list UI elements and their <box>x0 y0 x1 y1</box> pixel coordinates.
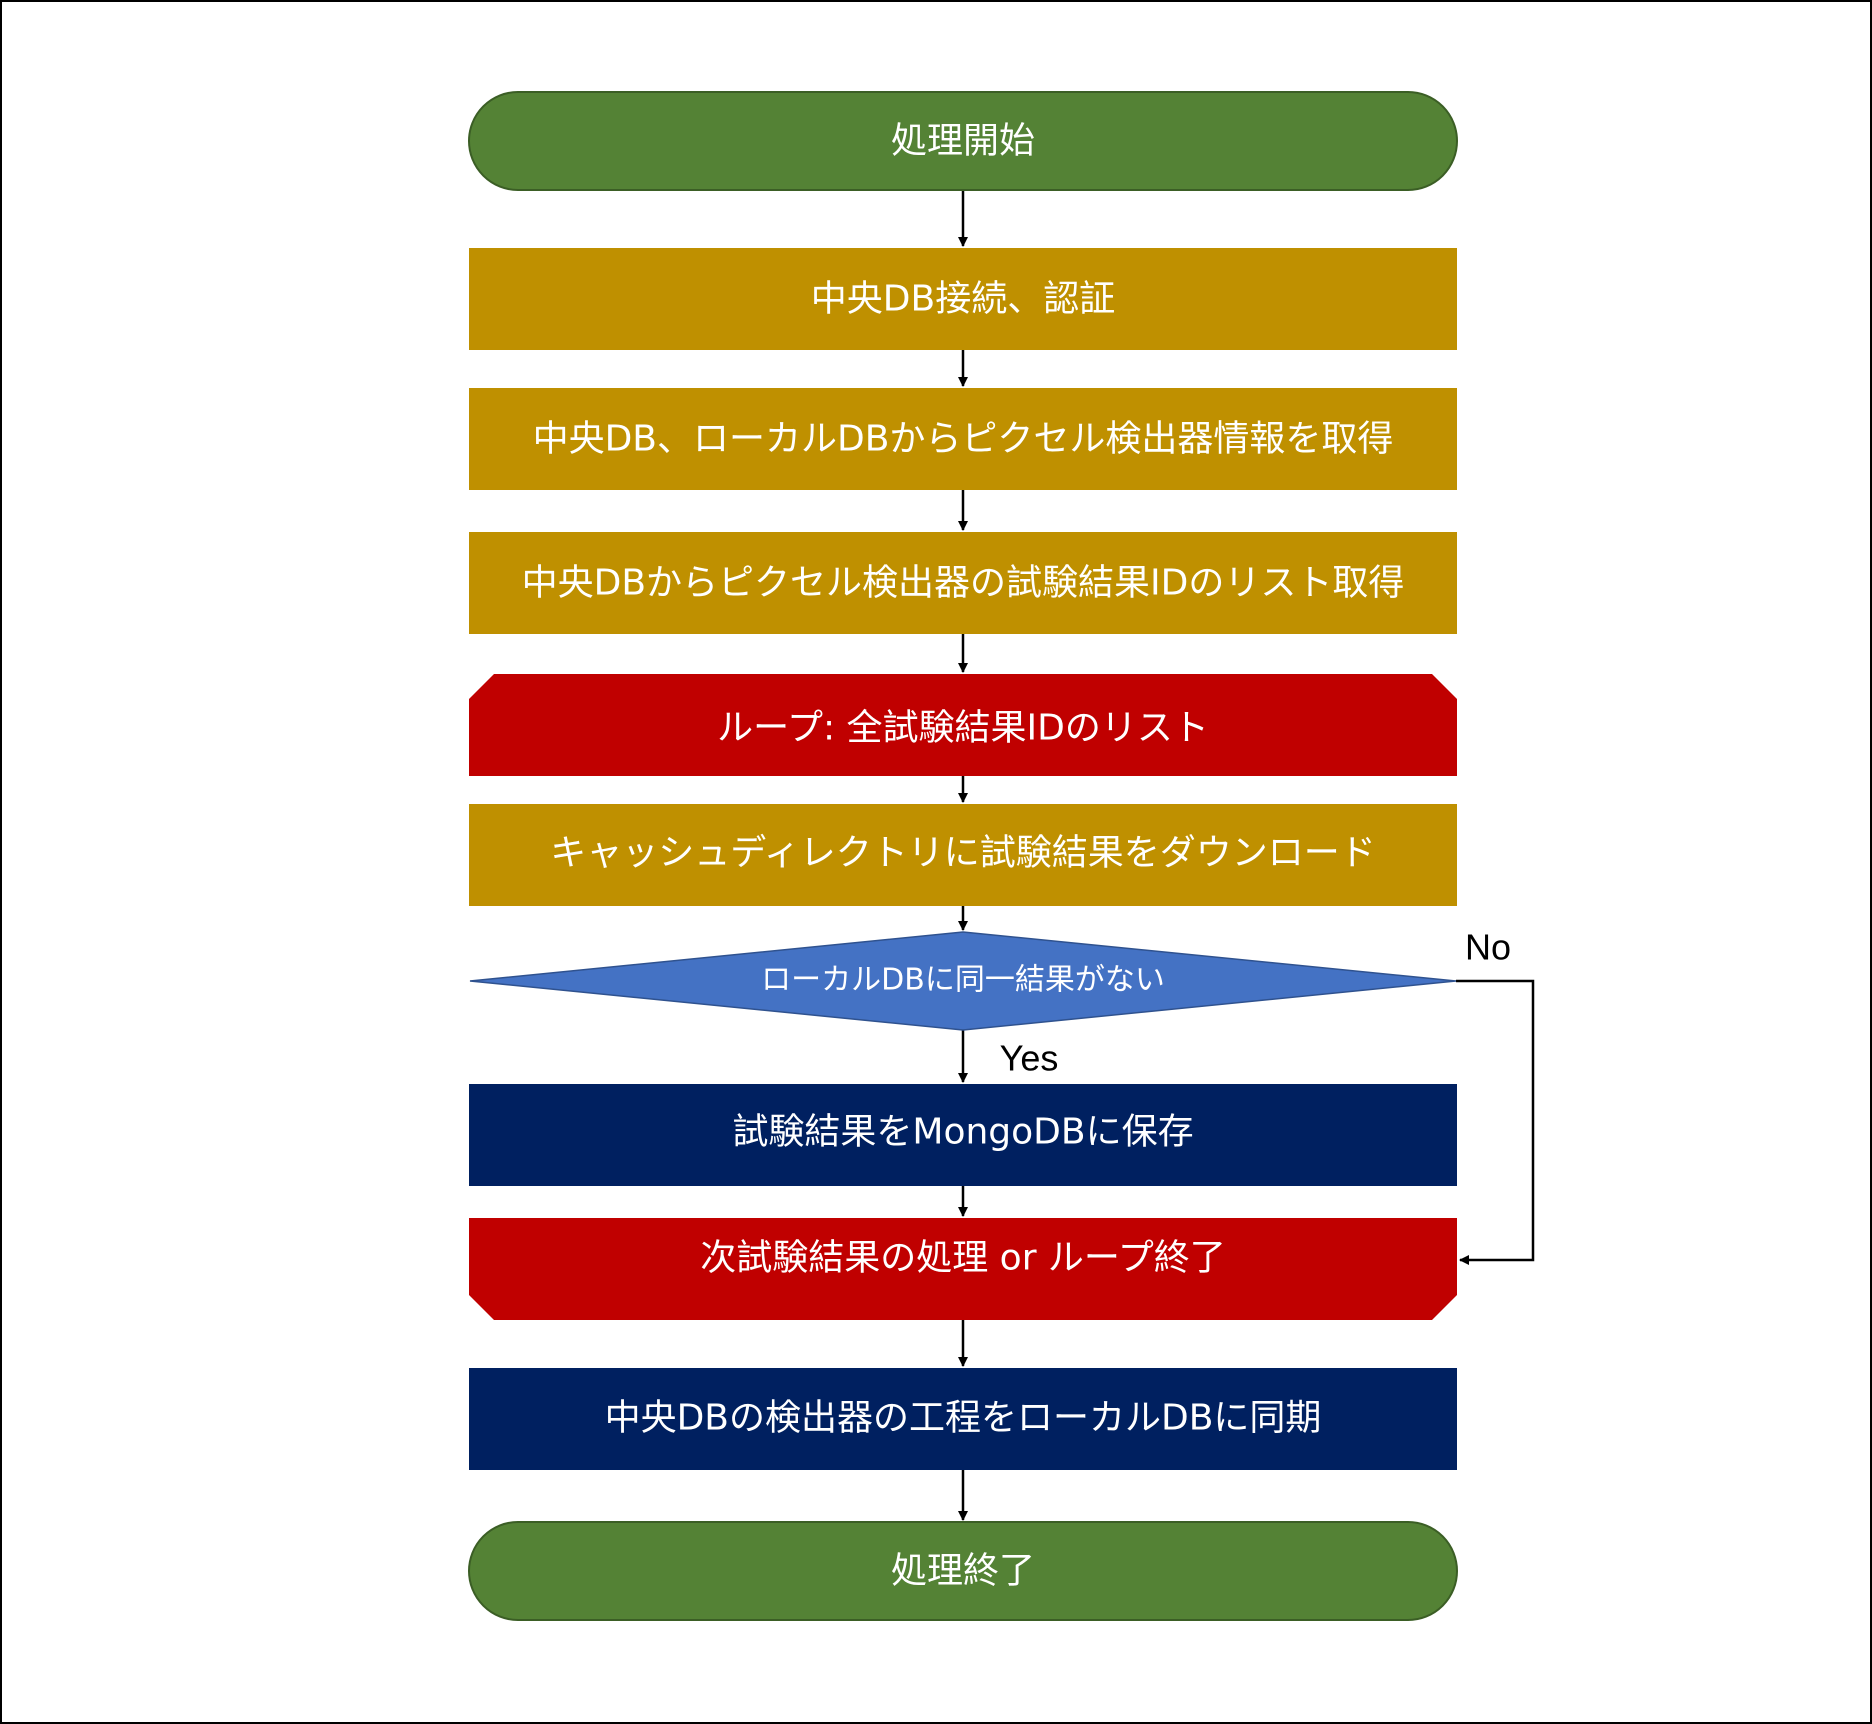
arrow-decision-no-branch <box>1456 979 1535 1265</box>
sync-label: 中央DBの検出器の工程をローカルDBに同期 <box>605 1398 1322 1439</box>
save-process: 試験結果をMongoDBに保存 <box>469 1084 1457 1186</box>
save-label: 試験結果をMongoDBに保存 <box>732 1112 1193 1153</box>
loop-start: ループ: 全試験結果IDのリスト <box>469 674 1457 776</box>
connect-process: 中央DB接続、認証 <box>469 248 1457 350</box>
loop-end-label: 次試験結果の処理 or ループ終了 <box>700 1238 1226 1279</box>
flowchart: 処理開始 中央DB接続、認証 中央DB、ローカルDBからピクセル検出器情報を取得… <box>468 91 1535 1621</box>
fetch-info-label: 中央DB、ローカルDBからピクセル検出器情報を取得 <box>533 419 1394 460</box>
end-label: 処理終了 <box>891 1551 1035 1592</box>
sync-process: 中央DBの検出器の工程をローカルDBに同期 <box>469 1368 1457 1470</box>
decision-label: ローカルDBに同一結果がない <box>761 963 1165 998</box>
loop-start-label: ループ: 全試験結果IDのリスト <box>717 708 1209 749</box>
fetch-ids-process: 中央DBからピクセル検出器の試験結果IDのリスト取得 <box>469 532 1457 634</box>
fetch-ids-label: 中央DBからピクセル検出器の試験結果IDのリスト取得 <box>522 563 1405 604</box>
fetch-info-process: 中央DB、ローカルDBからピクセル検出器情報を取得 <box>469 388 1457 490</box>
download-label: キャッシュディレクトリに試験結果をダウンロード <box>550 833 1375 874</box>
end-terminal: 処理終了 <box>468 1521 1458 1621</box>
loop-end: 次試験結果の処理 or ループ終了 <box>469 1218 1457 1320</box>
connect-label: 中央DB接続、認証 <box>811 279 1115 320</box>
start-label: 処理開始 <box>891 121 1035 162</box>
start-terminal: 処理開始 <box>468 91 1458 191</box>
branch-no-label: No <box>1465 927 1511 968</box>
download-process: キャッシュディレクトリに試験結果をダウンロード <box>469 804 1457 906</box>
decision-node: ローカルDBに同一結果がない <box>469 931 1457 1031</box>
branch-yes-label: Yes <box>1000 1038 1059 1079</box>
